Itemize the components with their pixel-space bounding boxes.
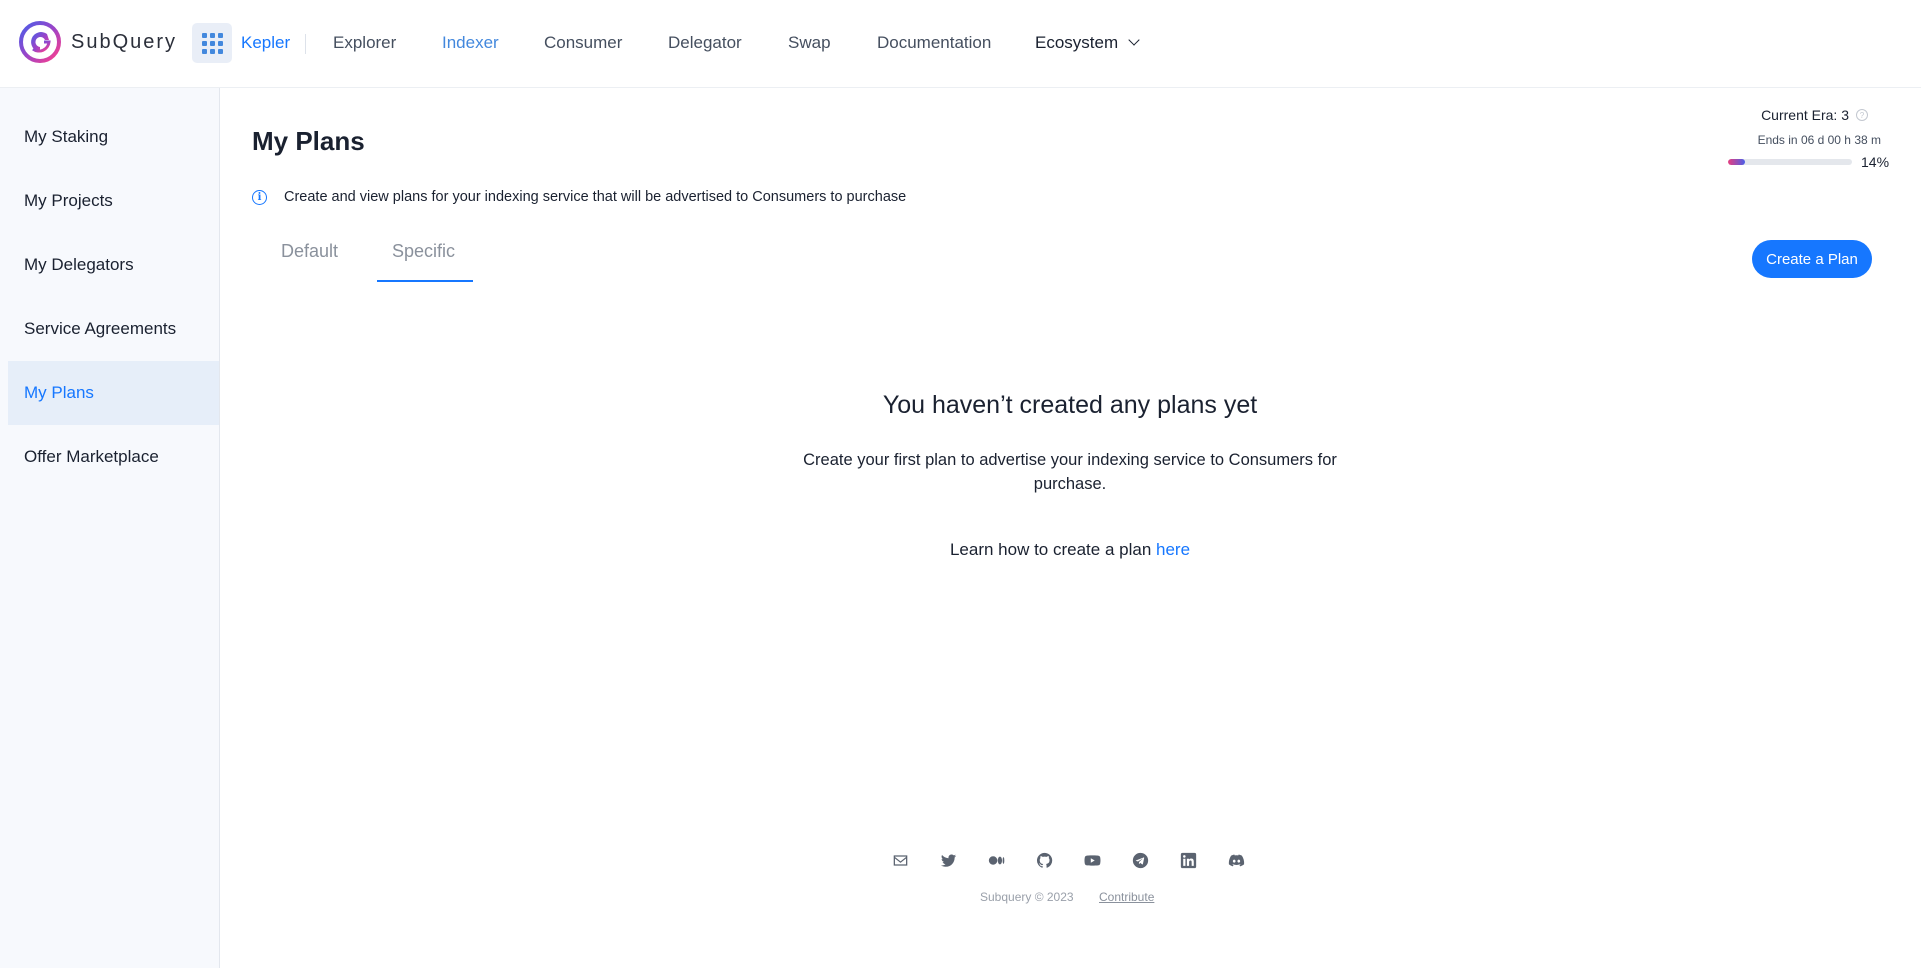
sidebar-item-my-staking[interactable]: My Staking (8, 105, 219, 169)
learn-how-link[interactable]: here (1156, 540, 1190, 559)
nav-ecosystem-dropdown[interactable]: Ecosystem (1035, 33, 1140, 53)
create-plan-button[interactable]: Create a Plan (1752, 240, 1872, 278)
empty-state-description: Create your first plan to advertise your… (803, 451, 1337, 493)
nav-documentation[interactable]: Documentation (877, 33, 991, 53)
info-banner: i Create and view plans for your indexin… (252, 189, 906, 205)
active-tab-indicator (377, 280, 473, 282)
info-text: Create and view plans for your indexing … (284, 189, 907, 205)
copyright-text: Subquery © 2023 (980, 890, 1074, 904)
nav-ecosystem-label: Ecosystem (1035, 33, 1119, 52)
subquery-logo-icon (19, 21, 61, 63)
tab-specific[interactable]: Specific (392, 241, 455, 262)
nav-explorer[interactable]: Explorer (333, 33, 396, 53)
mail-icon[interactable] (890, 850, 910, 870)
subquery-logo[interactable]: SubQuery (19, 21, 177, 63)
sidebar: My Staking My Projects My Delegators Ser… (0, 88, 220, 968)
tab-default[interactable]: Default (281, 241, 338, 262)
youtube-icon[interactable] (1082, 850, 1102, 870)
brand-name: SubQuery (71, 30, 178, 53)
era-ends-text: Ends in 06 d 00 h 38 m (1757, 133, 1881, 147)
medium-icon[interactable] (986, 850, 1006, 870)
telegram-icon[interactable] (1130, 850, 1150, 870)
question-icon[interactable]: ? (1856, 109, 1868, 121)
nav-divider (305, 34, 306, 54)
github-icon[interactable] (1034, 850, 1054, 870)
app-switcher-button[interactable] (192, 23, 232, 63)
contribute-link[interactable]: Contribute (1099, 890, 1154, 904)
learn-how-prefix: Learn how to create a plan (949, 540, 1156, 559)
sidebar-item-my-delegators[interactable]: My Delegators (8, 233, 219, 297)
nav-kepler[interactable]: Kepler (241, 33, 290, 53)
discord-icon[interactable] (1226, 850, 1246, 870)
nav-swap[interactable]: Swap (788, 33, 831, 53)
current-era-label: Current Era: 3 (1761, 107, 1849, 123)
learn-how-text: Learn how to create a plan here (0, 540, 1921, 560)
sidebar-item-service-agreements[interactable]: Service Agreements (8, 297, 219, 361)
nav-indexer[interactable]: Indexer (442, 33, 499, 53)
linkedin-icon[interactable] (1178, 850, 1198, 870)
era-progress-percent: 14% (1861, 154, 1890, 170)
empty-state-title: You haven’t created any plans yet (882, 391, 1258, 419)
sidebar-item-my-projects[interactable]: My Projects (8, 169, 219, 233)
era-progress-bar (1728, 159, 1852, 165)
twitter-icon[interactable] (938, 850, 958, 870)
nav-consumer[interactable]: Consumer (544, 33, 622, 53)
grid-icon (201, 32, 223, 54)
chevron-down-icon (1128, 34, 1140, 46)
social-links (890, 850, 1246, 870)
info-icon: i (252, 189, 267, 205)
nav-delegator[interactable]: Delegator (668, 33, 742, 53)
top-navigation: SubQuery Kepler Explorer Indexer Consume… (0, 0, 1921, 88)
era-progress-fill (1728, 159, 1746, 165)
page-title: My Plans (252, 126, 365, 156)
current-era: Current Era: 3 ? (1761, 107, 1868, 123)
sidebar-item-offer-marketplace[interactable]: Offer Marketplace (8, 425, 219, 489)
